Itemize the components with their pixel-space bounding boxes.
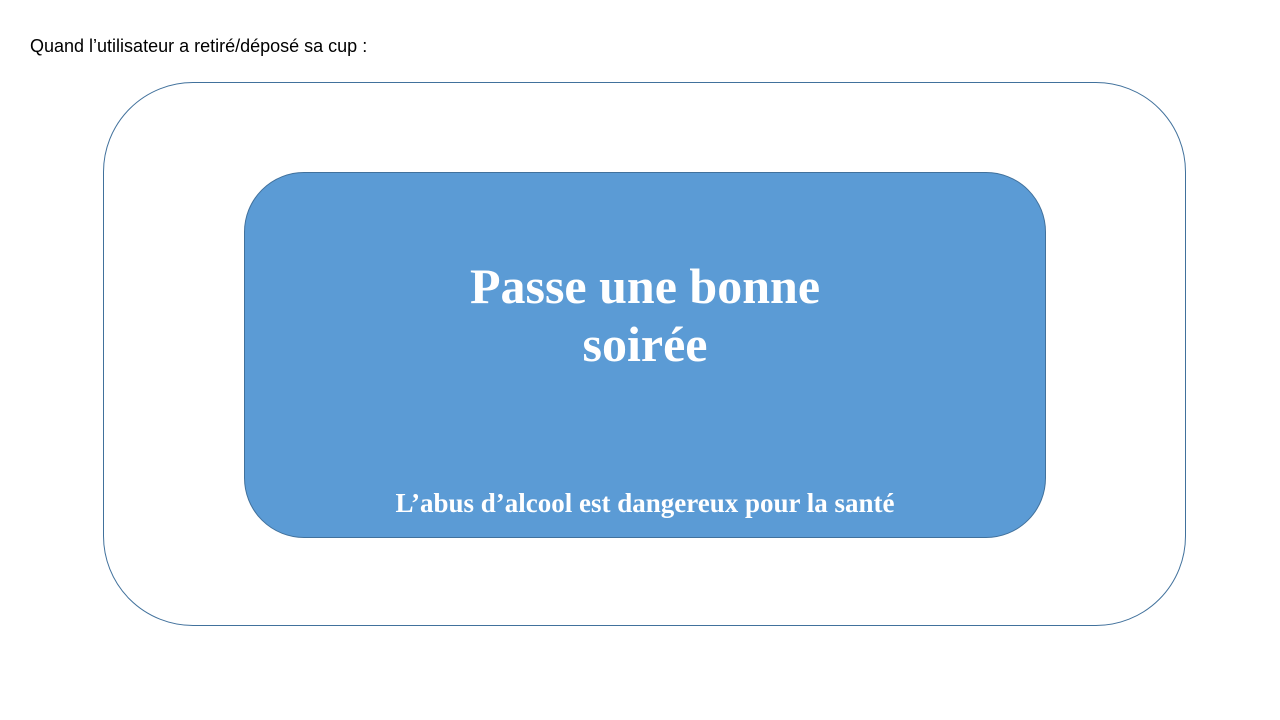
greeting-line-1: Passe une bonne xyxy=(469,258,821,314)
health-warning: L’abus d’alcool est dangereux pour la sa… xyxy=(395,488,895,518)
slide-caption: Quand l’utilisateur a retiré/déposé sa c… xyxy=(30,36,368,56)
display-screen: Passe une bonne soirée L’abus d’alcool e… xyxy=(244,172,1046,538)
greeting-message: Passe une bonne soirée xyxy=(245,257,1045,373)
greeting-line-2: soirée xyxy=(582,316,708,372)
